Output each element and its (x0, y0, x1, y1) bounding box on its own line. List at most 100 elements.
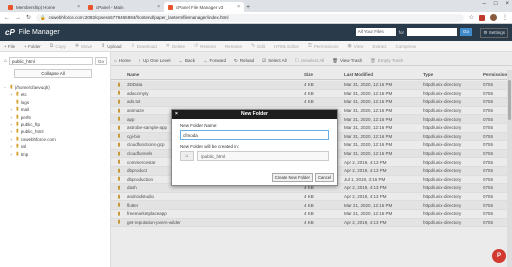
extract-button[interactable]: Extract (372, 44, 386, 49)
url-text: cswebhforce.com:2083/cpsess6779465994/fr… (48, 15, 229, 20)
rename-button[interactable]: Rename (225, 44, 242, 49)
tab-label: Membership| Home (16, 4, 56, 10)
tree-node[interactable]: + ▮ cswebhforce.com (4, 136, 56, 143)
url-field[interactable]: 🔒 cswebhforce.com:2083/cpsess6779465994/… (36, 13, 464, 22)
tree-node[interactable]: + ▮ ssl (4, 143, 56, 150)
tree-node[interactable]: + ▮ etc (4, 91, 56, 98)
html-editor-button[interactable]: HTML Editor (274, 44, 299, 49)
browser-tab[interactable]: Membership| Home × (4, 2, 84, 12)
tree-node-label: logs (20, 99, 30, 105)
back-arrow-icon[interactable]: ← (4, 15, 10, 21)
restore-button[interactable]: ↺ Restore (194, 43, 216, 49)
expand-icon[interactable]: + (10, 106, 14, 113)
settings-button[interactable]: ⚙ Settings (480, 28, 508, 38)
new-folder-button[interactable]: + Folder (24, 44, 41, 49)
expand-icon[interactable]: + (10, 151, 14, 158)
button-label: Download (136, 43, 157, 49)
edit-button[interactable]: ✎ Edit (251, 43, 265, 49)
button-label: + File (4, 43, 16, 49)
page-title: File Manager (18, 29, 60, 36)
close-icon[interactable]: × (237, 4, 240, 10)
move-button[interactable]: ✥ Move (75, 43, 92, 49)
tab-label: cPanel - Main (96, 4, 124, 10)
tree-node[interactable]: + ▮ public_ftp (4, 121, 56, 128)
forward-arrow-icon[interactable]: → (15, 15, 21, 21)
search-input[interactable] (407, 28, 457, 36)
copy-icon: ⧉ (49, 43, 54, 49)
collapse-all-button[interactable]: Collapse All (14, 69, 92, 78)
permissions-button[interactable]: ⚿ Permissions (308, 43, 338, 49)
menu-dots-icon[interactable]: ⋮ (502, 14, 508, 21)
address-bar: ← → ↻ 🔒 cswebhforce.com:2083/cpsess67794… (0, 12, 512, 24)
tree-node[interactable]: − ▮ (/home/cfaevuqh) (4, 84, 56, 91)
view-button[interactable]: ◉ View (347, 43, 363, 49)
button-label: Copy (55, 43, 66, 49)
cpanel-logo[interactable]: cP (5, 28, 15, 37)
new-folder-dialog: × New Folder New Folder Name: cfmoda New… (171, 109, 338, 186)
delete-button[interactable]: ✕ Delete (166, 43, 185, 49)
search-go-button[interactable]: Go (460, 28, 472, 36)
eye-icon: ◉ (347, 43, 352, 49)
avatar[interactable] (490, 14, 497, 21)
create-new-folder-button[interactable]: Create New Folder (271, 173, 313, 182)
folder-icon: ▮ (16, 113, 19, 120)
expand-icon[interactable]: + (10, 91, 14, 98)
path-input[interactable]: public_html (9, 56, 93, 65)
reload-icon[interactable]: ↻ (26, 14, 31, 21)
dialog-title: New Folder (241, 111, 268, 117)
dialog-body: New Folder Name: cfmoda New Folder will … (172, 119, 337, 165)
close-icon[interactable]: × (175, 110, 178, 119)
cancel-button[interactable]: Cancel (314, 173, 334, 182)
move-icon: ✥ (74, 43, 80, 49)
path-go-button[interactable]: Go (94, 56, 107, 65)
new-tab-icon[interactable]: + (246, 4, 250, 11)
button-label: Move (81, 43, 93, 49)
tree-node[interactable]: + ▮ public_html (4, 128, 56, 135)
new-file-button[interactable]: + File (4, 44, 15, 49)
minimize-icon[interactable]: – (483, 1, 486, 7)
tree-node-label: public_ftp (20, 121, 41, 127)
search-scope-select[interactable]: All Your Files (355, 28, 396, 36)
expand-icon[interactable]: + (10, 128, 14, 135)
browser-tab[interactable]: cPanel - Main × (84, 2, 164, 12)
browser-tab-active[interactable]: cPanel File Manager v3 × (164, 2, 244, 12)
tree-node[interactable]: ▮ logs (4, 99, 56, 106)
created-in-label: New Folder will be created in: (180, 144, 240, 149)
home-icon[interactable]: ⌂ (4, 58, 7, 64)
folder-name-input[interactable]: cfmoda (180, 130, 329, 140)
expand-icon[interactable]: + (10, 121, 14, 128)
compress-button[interactable]: Compress (395, 44, 416, 49)
created-in-path[interactable]: /public_html (197, 151, 329, 161)
copy-button[interactable]: ⧉ Copy (50, 43, 66, 49)
tab-label: cPanel File Manager v3 (176, 4, 224, 10)
expand-icon[interactable]: − (4, 84, 8, 91)
download-button[interactable]: ⇩ Download (131, 43, 157, 49)
close-icon[interactable]: × (77, 4, 80, 10)
window-controls: – □ × (483, 1, 509, 7)
home-icon: ⌂ (180, 151, 194, 161)
button-label: Edit (257, 43, 265, 49)
tree-node[interactable]: + ▮ perl5 (4, 114, 56, 121)
tree-node-label: mail (20, 107, 30, 113)
button-label: HTML Editor (273, 43, 300, 49)
close-window-icon[interactable]: × (505, 1, 509, 7)
upload-button[interactable]: ⇪ Upload (101, 43, 121, 49)
folder-icon: ▮ (16, 91, 19, 98)
maximize-icon[interactable]: □ (494, 1, 498, 7)
folder-icon: ▮ (16, 135, 19, 142)
folder-icon: ▮ (16, 120, 19, 127)
tree-node[interactable]: + ▮ mail (4, 106, 56, 113)
expand-icon[interactable]: + (10, 114, 14, 121)
button-label: Permissions (313, 43, 339, 49)
folder-icon: ▮ (16, 106, 19, 113)
expand-icon[interactable]: + (10, 136, 14, 143)
close-icon[interactable]: × (157, 4, 160, 10)
folder-icon: ▮ (16, 143, 19, 150)
button-label: + Folder (24, 43, 41, 49)
expand-icon[interactable]: + (10, 143, 14, 150)
dialog-footer: Create New Folder Cancel (271, 173, 334, 182)
extension-icon[interactable] (479, 14, 485, 21)
folder-icon: ▮ (16, 98, 19, 105)
star-icon[interactable]: ☆ (469, 14, 474, 21)
tree-node[interactable]: + ▮ tmp (4, 151, 56, 158)
